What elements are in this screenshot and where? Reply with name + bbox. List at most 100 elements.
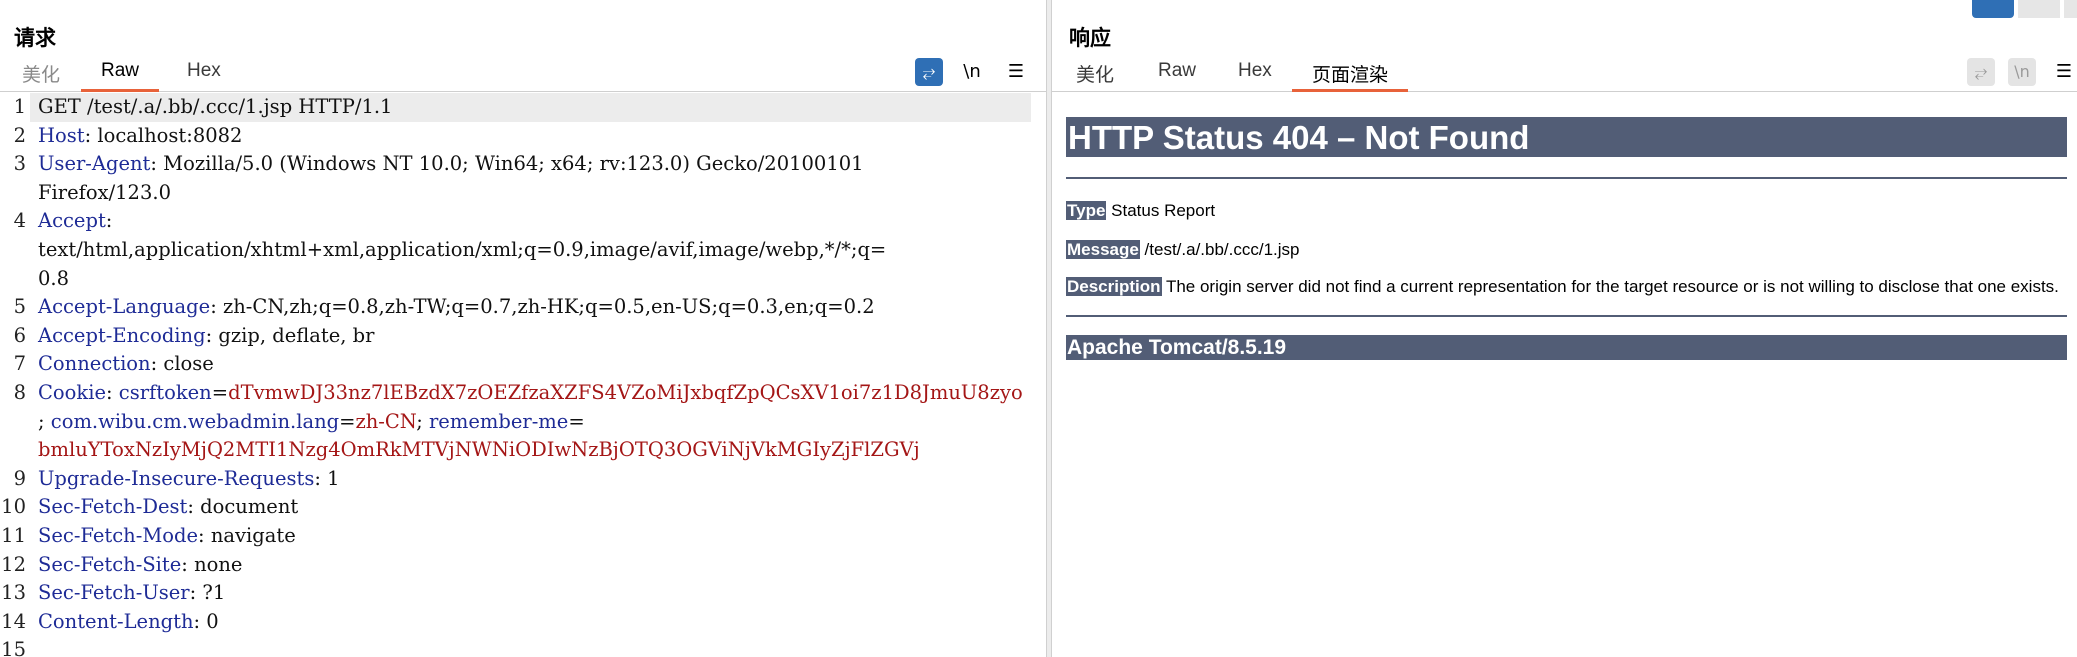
header-name: Accept-Language xyxy=(38,295,211,319)
text-segment: = xyxy=(339,409,356,433)
editor-line[interactable]: ; com.wibu.cm.webadmin.lang=zh-CN; remem… xyxy=(0,408,1046,437)
text-segment: ; xyxy=(38,409,51,433)
editor-line[interactable]: 1 GET /test/.a/.bb/.ccc/1.jsp HTTP/1.1 xyxy=(0,93,1046,122)
header-name: Sec-Fetch-Mode xyxy=(38,523,199,547)
line-number: 1 xyxy=(13,95,26,118)
editor-line[interactable]: 8 Cookie: csrftoken=dTvmwDJ33nz7lEBzdX7zO… xyxy=(0,379,1046,408)
editor-line[interactable]: 13 Sec-Fetch-User: ?1 xyxy=(0,579,1046,608)
request-tabbar: 美化 Raw Hex ⥂ \n ☰ xyxy=(0,56,1046,92)
message-value: /test/.a/.bb/.ccc/1.jsp xyxy=(1139,240,1300,259)
editor-line[interactable]: 5 Accept-Language: zh-CN,zh;q=0.8,zh-TW;q… xyxy=(0,293,1046,322)
text-segment: = xyxy=(211,380,229,404)
header-name: csrftoken xyxy=(118,380,212,404)
editor-line[interactable]: 6 Accept-Encoding: gzip, deflate, br xyxy=(0,322,1046,351)
text-segment: : document xyxy=(187,495,299,519)
header-name: Host xyxy=(38,123,85,147)
line-number xyxy=(0,408,30,437)
line-number: 15 xyxy=(1,638,26,657)
tab-raw[interactable]: Raw xyxy=(1156,60,1198,92)
line-content[interactable]: Sec-Fetch-Mode: navigate xyxy=(30,522,1046,551)
tab-hex[interactable]: Hex xyxy=(185,60,223,92)
editor-line[interactable]: text/html,application/xhtml+xml,applicat… xyxy=(0,236,1046,265)
text-segment: : xyxy=(106,380,119,404)
layout-single-icon[interactable] xyxy=(2064,0,2077,18)
line-content[interactable]: Accept-Encoding: gzip, deflate, br xyxy=(30,322,1046,351)
header-name: Sec-Fetch-User xyxy=(38,581,190,605)
text-segment: : gzip, deflate, br xyxy=(205,323,375,347)
text-segment: = xyxy=(568,409,585,433)
newline-toggle-icon[interactable]: \n xyxy=(2008,58,2036,86)
text-segment: : 0 xyxy=(193,609,219,633)
divider-line xyxy=(1066,177,2067,179)
editor-line[interactable]: 0.8 xyxy=(0,265,1046,294)
tab-pretty[interactable]: 美化 xyxy=(20,60,62,92)
menu-icon[interactable]: ☰ xyxy=(2050,58,2077,86)
line-content[interactable]: User-Agent: Mozilla/5.0 (Windows NT 10.0… xyxy=(30,150,1046,179)
editor-line[interactable]: Firefox/123.0 xyxy=(0,179,1046,208)
type-label: Type xyxy=(1066,201,1107,220)
word-wrap-icon[interactable]: ⥂ xyxy=(1967,58,1995,86)
tab-render[interactable]: 页面渲染 xyxy=(1292,60,1409,92)
editor-line[interactable]: 4 Accept: xyxy=(0,207,1046,236)
line-number: 5 xyxy=(13,295,26,319)
editor-line[interactable]: 2 Host: localhost:8082 xyxy=(0,122,1046,151)
line-number: 9 xyxy=(13,466,26,490)
line-number xyxy=(0,179,30,208)
line-content[interactable]: Host: localhost:8082 xyxy=(30,122,1046,151)
editor-line[interactable]: 14 Content-Length: 0 xyxy=(0,608,1046,637)
header-name: remember-me xyxy=(428,409,569,433)
type-value: Status Report xyxy=(1106,201,1216,220)
line-content[interactable]: Sec-Fetch-User: ?1 xyxy=(30,579,1046,608)
editor-line[interactable]: 15 xyxy=(0,636,1046,657)
line-content[interactable]: Sec-Fetch-Dest: document xyxy=(30,493,1046,522)
editor-line[interactable]: 7 Connection: close xyxy=(0,350,1046,379)
request-editor[interactable]: 1 GET /test/.a/.bb/.ccc/1.jsp HTTP/1.1 2 Ho… xyxy=(0,93,1046,657)
line-number: 2 xyxy=(13,123,26,147)
tab-hex[interactable]: Hex xyxy=(1236,60,1274,92)
tab-raw[interactable]: Raw xyxy=(81,60,160,92)
line-content[interactable]: Sec-Fetch-Site: none xyxy=(30,551,1046,580)
line-content[interactable]: bmluYToxNzIyMjQ2MTI1Nzg4OmRkMTVjNWNiODIw… xyxy=(30,436,1046,465)
newline-toggle-icon[interactable]: \n xyxy=(958,58,986,86)
response-tabbar: 美化 Raw Hex 页面渲染 ⥂ \n ☰ xyxy=(1052,56,2077,92)
line-content[interactable]: 0.8 xyxy=(30,265,1046,294)
header-name: Sec-Fetch-Site xyxy=(38,552,182,576)
line-content[interactable]: text/html,application/xhtml+xml,applicat… xyxy=(30,236,1046,265)
tab-pretty[interactable]: 美化 xyxy=(1074,60,1116,92)
response-panel: 响应 美化 Raw Hex 页面渲染 ⥂ \n ☰ HTTP Status 40… xyxy=(1052,0,2077,657)
line-number xyxy=(0,436,30,465)
line-content[interactable] xyxy=(30,636,1046,657)
line-content[interactable]: GET /test/.a/.bb/.ccc/1.jsp HTTP/1.1 xyxy=(30,93,1031,122)
editor-line[interactable]: 9 Upgrade-Insecure-Requests: 1 xyxy=(0,465,1046,494)
text-segment: : zh-CN,zh;q=0.8,zh-TW;q=0.7,zh-HK;q=0.5… xyxy=(210,295,875,319)
line-content[interactable]: Cookie: csrftoken=dTvmwDJ33nz7lEBzdX7zOE… xyxy=(30,379,1046,408)
line-content[interactable]: Content-Length: 0 xyxy=(30,608,1046,637)
header-name: Accept xyxy=(38,209,106,233)
editor-line[interactable]: 11 Sec-Fetch-Mode: navigate xyxy=(0,522,1046,551)
text-segment: : 1 xyxy=(314,466,340,490)
text-segment: : Mozilla/5.0 (Windows NT 10.0; Win64; x… xyxy=(150,152,864,176)
line-content[interactable]: Connection: close xyxy=(30,350,1046,379)
line-content[interactable]: Firefox/123.0 xyxy=(30,179,1046,208)
cookie-value: dTvmwDJ33nz7lEBzdX7zOEZfzaXZFS4VZoMiJxbq… xyxy=(228,380,1023,404)
text-segment: ; xyxy=(416,409,429,433)
line-number xyxy=(0,236,30,265)
line-content[interactable]: Accept-Language: zh-CN,zh;q=0.8,zh-TW;q=… xyxy=(30,293,1046,322)
word-wrap-icon[interactable]: ⥂ xyxy=(915,58,943,86)
header-name: com.wibu.cm.webadmin.lang xyxy=(50,409,340,433)
error-heading: HTTP Status 404 – Not Found xyxy=(1066,117,2067,157)
layout-split-icon[interactable] xyxy=(1972,0,2014,18)
line-content[interactable]: Accept: xyxy=(30,207,1046,236)
header-name: Sec-Fetch-Dest xyxy=(38,495,188,519)
line-content[interactable]: Upgrade-Insecure-Requests: 1 xyxy=(30,465,1046,494)
layout-rows-icon[interactable] xyxy=(2018,0,2060,18)
menu-icon[interactable]: ☰ xyxy=(1002,58,1030,86)
editor-line[interactable]: 3 User-Agent: Mozilla/5.0 (Windows NT 10.… xyxy=(0,150,1046,179)
line-number: 6 xyxy=(13,323,26,347)
header-name: User-Agent xyxy=(38,152,151,176)
editor-line[interactable]: 12 Sec-Fetch-Site: none xyxy=(0,551,1046,580)
editor-line[interactable]: 10 Sec-Fetch-Dest: document xyxy=(0,493,1046,522)
text-segment: : localhost:8082 xyxy=(84,123,243,147)
editor-line[interactable]: bmluYToxNzIyMjQ2MTI1Nzg4OmRkMTVjNWNiODIw… xyxy=(0,436,1046,465)
line-content[interactable]: ; com.wibu.cm.webadmin.lang=zh-CN; remem… xyxy=(30,408,1046,437)
